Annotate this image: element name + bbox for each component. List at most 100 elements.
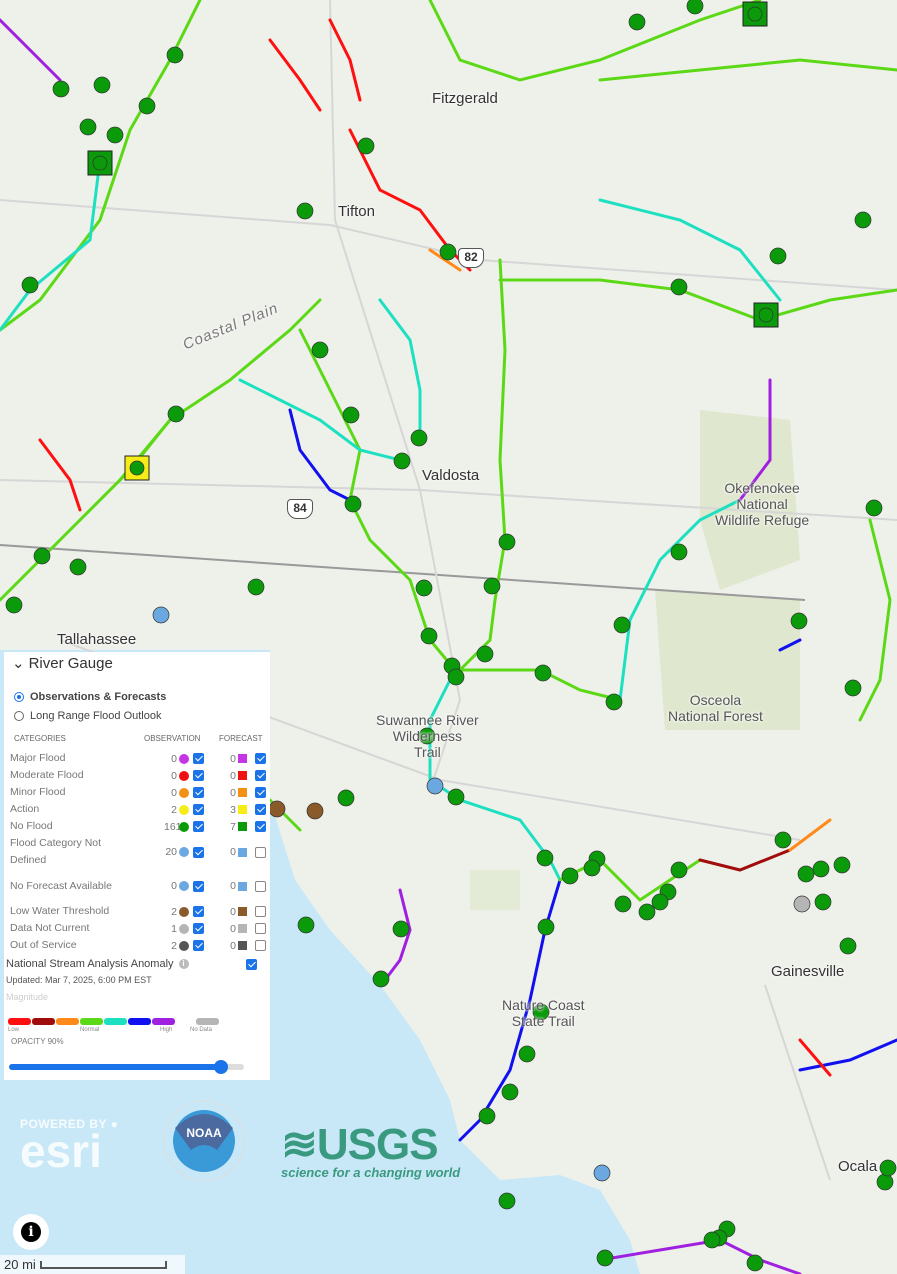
gauge-no-flood[interactable] [596, 1249, 614, 1267]
gauge-no-flood[interactable] [483, 577, 501, 595]
gauge-no-flood[interactable] [746, 1254, 764, 1272]
panel-header[interactable]: ⌄ River Gauge [4, 652, 270, 673]
gauge-low-water-threshold[interactable] [306, 802, 324, 820]
gauge-no-flood[interactable] [833, 856, 851, 874]
gauge-no-flood[interactable] [21, 276, 39, 294]
gauge-no-flood[interactable] [879, 1159, 897, 1177]
gauge-action[interactable] [129, 460, 145, 476]
radio-button[interactable] [14, 710, 24, 721]
gauge-no-flood[interactable] [33, 547, 51, 565]
gauge-no-flood[interactable] [670, 861, 688, 879]
gauge-no-flood[interactable] [297, 916, 315, 934]
gauge-no-flood[interactable] [537, 918, 555, 936]
gauge-no-flood[interactable] [769, 247, 787, 265]
gauge-no-flood[interactable] [758, 307, 774, 323]
observation-checkbox[interactable] [193, 846, 204, 858]
forecast-checkbox[interactable] [255, 906, 266, 917]
gauge-no-flood[interactable] [344, 495, 362, 513]
gauge-no-flood[interactable] [797, 865, 815, 883]
gauge-no-flood[interactable] [812, 860, 830, 878]
nsa-checkbox[interactable] [246, 959, 257, 970]
opacity-slider[interactable] [9, 1060, 244, 1074]
gauge-no-flood[interactable] [392, 920, 410, 938]
gauge-no-flood[interactable] [247, 578, 265, 596]
observation-checkbox[interactable] [193, 804, 204, 815]
forecast-checkbox[interactable] [255, 787, 266, 798]
forecast-checkbox[interactable] [255, 940, 266, 951]
gauge-no-flood[interactable] [478, 1107, 496, 1125]
gauge-no-flood[interactable] [447, 668, 465, 686]
forecast-checkbox[interactable] [255, 770, 266, 781]
gauge-no-flood[interactable] [501, 1083, 519, 1101]
observation-checkbox[interactable] [193, 940, 204, 951]
gauge-no-flood[interactable] [561, 867, 579, 885]
gauge-no-flood[interactable] [420, 627, 438, 645]
gauge-no-flood[interactable] [476, 645, 494, 663]
gauge-no-flood[interactable] [296, 202, 314, 220]
gauge-flood-category-not-defined[interactable] [593, 1164, 611, 1182]
radio-long-range-outlook[interactable]: Long Range Flood Outlook [14, 706, 270, 725]
gauge-no-flood[interactable] [106, 126, 124, 144]
observation-checkbox[interactable] [193, 906, 204, 917]
slider-handle[interactable] [213, 1060, 228, 1074]
observation-checkbox[interactable] [193, 753, 204, 764]
gauge-no-flood[interactable] [372, 970, 390, 988]
gauge-no-flood[interactable] [703, 1231, 721, 1249]
gauge-no-flood[interactable] [393, 452, 411, 470]
gauge-no-flood[interactable] [498, 533, 516, 551]
gauge-no-flood[interactable] [814, 893, 832, 911]
observation-checkbox[interactable] [193, 787, 204, 798]
gauge-no-flood[interactable] [651, 893, 669, 911]
chevron-down-icon[interactable]: ⌄ [12, 654, 25, 672]
gauge-no-flood[interactable] [670, 278, 688, 296]
gauge-no-flood[interactable] [613, 616, 631, 634]
observation-checkbox[interactable] [193, 770, 204, 781]
gauge-no-flood[interactable] [844, 679, 862, 697]
gauge-no-flood[interactable] [5, 596, 23, 614]
radio-button[interactable] [14, 691, 24, 702]
gauge-no-flood[interactable] [839, 937, 857, 955]
gauge-no-flood[interactable] [747, 6, 763, 22]
gauge-flood-category-not-defined[interactable] [426, 777, 444, 795]
gauge-data-not-current[interactable] [793, 895, 811, 913]
observation-checkbox[interactable] [193, 923, 204, 934]
gauge-no-flood[interactable] [166, 46, 184, 64]
forecast-checkbox[interactable] [255, 821, 266, 832]
gauge-no-flood[interactable] [79, 118, 97, 136]
gauge-no-flood[interactable] [638, 903, 656, 921]
gauge-no-flood[interactable] [342, 406, 360, 424]
observation-checkbox[interactable] [193, 821, 204, 832]
gauge-no-flood[interactable] [69, 558, 87, 576]
gauge-no-flood[interactable] [534, 664, 552, 682]
forecast-checkbox[interactable] [255, 846, 266, 858]
forecast-checkbox[interactable] [255, 880, 266, 892]
info-icon[interactable]: i [178, 959, 189, 969]
gauge-no-flood[interactable] [337, 789, 355, 807]
gauge-no-flood[interactable] [138, 97, 156, 115]
gauge-no-flood[interactable] [410, 429, 428, 447]
forecast-checkbox[interactable] [255, 804, 266, 815]
gauge-no-flood[interactable] [790, 612, 808, 630]
gauge-no-flood[interactable] [167, 405, 185, 423]
gauge-low-water-threshold[interactable] [268, 800, 286, 818]
gauge-no-flood[interactable] [876, 1173, 894, 1191]
gauge-no-flood[interactable] [854, 211, 872, 229]
gauge-no-flood[interactable] [92, 155, 108, 171]
gauge-no-flood[interactable] [614, 895, 632, 913]
gauge-no-flood[interactable] [439, 243, 457, 261]
gauge-flood-category-not-defined[interactable] [152, 606, 170, 624]
radio-observations-forecasts[interactable]: Observations & Forecasts [14, 687, 270, 706]
info-button[interactable]: i [13, 1214, 49, 1250]
gauge-no-flood[interactable] [415, 579, 433, 597]
gauge-no-flood[interactable] [447, 788, 465, 806]
forecast-checkbox[interactable] [255, 923, 266, 934]
gauge-no-flood[interactable] [865, 499, 883, 517]
gauge-no-flood[interactable] [536, 849, 554, 867]
gauge-no-flood[interactable] [357, 137, 375, 155]
gauge-no-flood[interactable] [583, 859, 601, 877]
gauge-no-flood[interactable] [774, 831, 792, 849]
gauge-no-flood[interactable] [628, 13, 646, 31]
gauge-no-flood[interactable] [52, 80, 70, 98]
gauge-no-flood[interactable] [498, 1192, 516, 1210]
gauge-no-flood[interactable] [686, 0, 704, 15]
